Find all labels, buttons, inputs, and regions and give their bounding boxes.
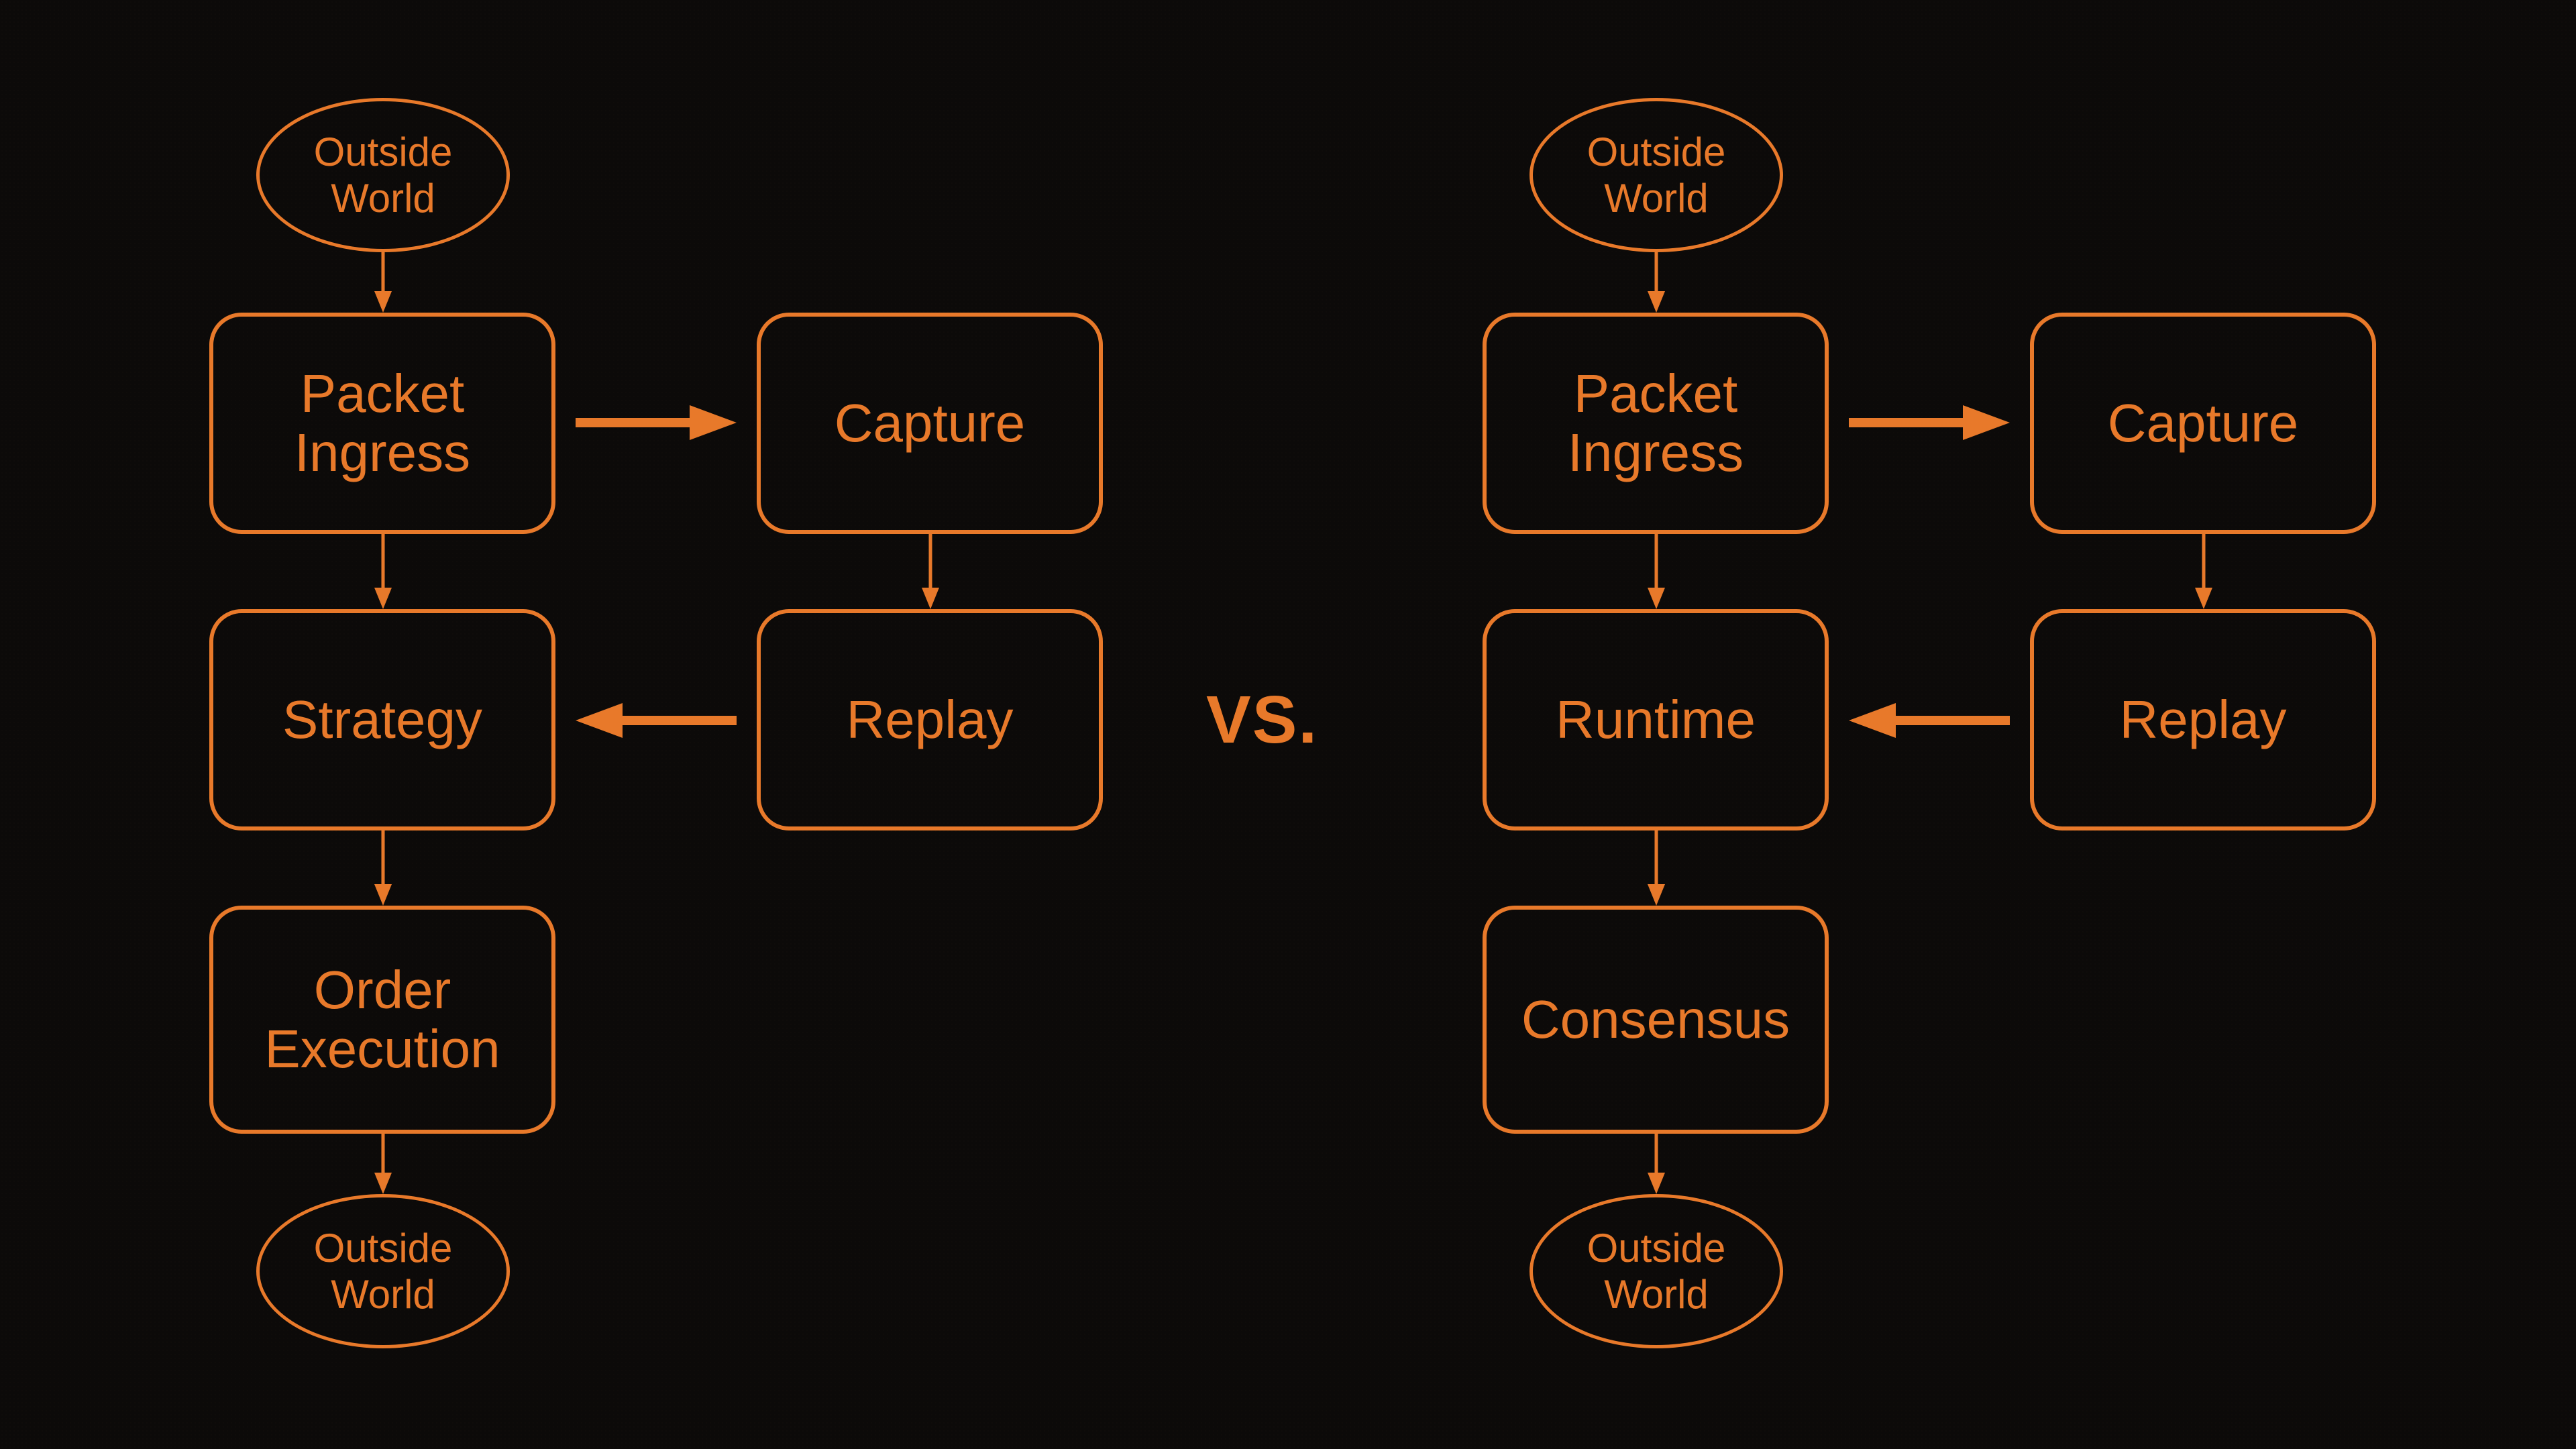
right-outside-world-top: OutsideWorld	[1529, 98, 1783, 252]
node-label: OutsideWorld	[314, 1225, 453, 1318]
left-order-execution: OrderExecution	[209, 906, 555, 1134]
arrow-right-outside-to-ingress	[1646, 252, 1666, 313]
arrow-left-strategy-to-order	[373, 830, 393, 906]
node-label: OutsideWorld	[1587, 1225, 1726, 1318]
right-consensus: Consensus	[1483, 906, 1829, 1134]
node-label: Strategy	[282, 690, 482, 749]
vs-label: VS.	[1206, 682, 1318, 759]
arrow-left-replay-to-strategy	[576, 700, 737, 741]
node-label: Replay	[2119, 690, 2286, 749]
left-capture: Capture	[757, 313, 1103, 534]
node-label: Runtime	[1556, 690, 1756, 749]
node-label: OutsideWorld	[1587, 129, 1726, 221]
left-replay: Replay	[757, 609, 1103, 830]
node-label: PacketIngress	[294, 364, 470, 482]
arrow-right-ingress-to-capture	[1849, 402, 2010, 443]
arrow-right-replay-to-runtime	[1849, 700, 2010, 741]
node-label: OutsideWorld	[314, 129, 453, 221]
arrow-left-ingress-to-capture	[576, 402, 737, 443]
arrow-right-runtime-to-consensus	[1646, 830, 1666, 906]
arrow-left-order-to-outside	[373, 1134, 393, 1194]
right-outside-world-bottom: OutsideWorld	[1529, 1194, 1783, 1348]
node-label: Consensus	[1521, 990, 1790, 1049]
left-outside-world-bottom: OutsideWorld	[256, 1194, 510, 1348]
right-replay: Replay	[2030, 609, 2376, 830]
arrow-left-outside-to-ingress	[373, 252, 393, 313]
node-label: OrderExecution	[264, 961, 500, 1079]
arrow-right-ingress-to-runtime	[1646, 534, 1666, 609]
right-runtime: Runtime	[1483, 609, 1829, 830]
vs-text: VS.	[1206, 682, 1318, 757]
left-strategy: Strategy	[209, 609, 555, 830]
arrow-left-ingress-to-strategy	[373, 534, 393, 609]
node-label: Capture	[835, 394, 1026, 453]
right-packet-ingress: PacketIngress	[1483, 313, 1829, 534]
node-label: Capture	[2108, 394, 2299, 453]
arrow-right-consensus-to-outside	[1646, 1134, 1666, 1194]
right-capture: Capture	[2030, 313, 2376, 534]
arrow-left-capture-to-replay	[920, 534, 941, 609]
node-label: PacketIngress	[1568, 364, 1743, 482]
left-outside-world-top: OutsideWorld	[256, 98, 510, 252]
node-label: Replay	[846, 690, 1013, 749]
arrow-right-capture-to-replay	[2194, 534, 2214, 609]
left-packet-ingress: PacketIngress	[209, 313, 555, 534]
